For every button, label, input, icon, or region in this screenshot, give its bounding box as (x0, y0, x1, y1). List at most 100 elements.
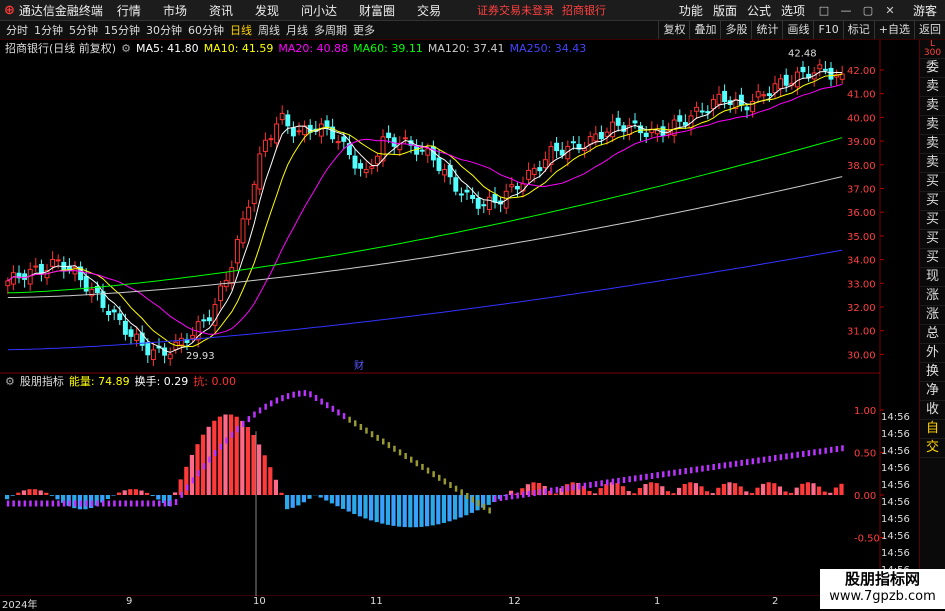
period-timeshare[interactable]: 分时 (6, 22, 28, 38)
indicator-dot (102, 501, 105, 507)
period-60min[interactable]: 60分钟 (188, 22, 224, 38)
tool-back[interactable]: 返回 (914, 21, 945, 39)
candle-body (465, 190, 469, 192)
tool-overlay[interactable]: 叠加 (689, 21, 720, 39)
indicator-bar (811, 483, 815, 495)
side-item[interactable]: 现价 (920, 268, 945, 287)
side-item[interactable]: 外盘 (920, 344, 945, 363)
candle-body (269, 139, 273, 140)
period-week[interactable]: 周线 (258, 22, 280, 38)
menu-layout[interactable]: 版面 (713, 2, 737, 19)
side-item[interactable]: 换手 (920, 363, 945, 382)
candle-body (168, 354, 172, 359)
indicator-dot (315, 395, 318, 401)
login-notice[interactable]: 证券交易未登录 (477, 2, 554, 18)
side-item[interactable]: 买五 (920, 249, 945, 268)
indicator-bar (408, 495, 412, 527)
indicator-dot (348, 417, 351, 423)
tool-stats[interactable]: 统计 (751, 21, 782, 39)
menu-wealth[interactable]: 财富圈 (359, 2, 395, 19)
side-item[interactable]: 涨跌 (920, 287, 945, 306)
tool-f10[interactable]: F10 (813, 21, 842, 39)
period-1min[interactable]: 1分钟 (34, 22, 63, 38)
side-item[interactable]: 卖三 (920, 116, 945, 135)
restore-icon[interactable]: □ (815, 2, 833, 18)
app-logo-icon: ⊕ (4, 3, 15, 18)
period-more[interactable]: 更多 (353, 22, 375, 38)
menu-discover[interactable]: 发现 (255, 2, 279, 19)
close-icon[interactable]: ✕ (881, 2, 899, 18)
indicator-bar (643, 484, 647, 495)
side-item[interactable]: 交易 (920, 439, 945, 458)
indicator-bar (705, 491, 709, 495)
indicator-bar (397, 495, 401, 527)
menu-trade[interactable]: 交易 (417, 2, 441, 19)
period-multi[interactable]: 多周期 (314, 22, 347, 38)
period-15min[interactable]: 15分钟 (104, 22, 140, 38)
period-day[interactable]: 日线 (230, 22, 252, 38)
indicator-name[interactable]: 股朋指标 (20, 373, 64, 389)
indicator-bar (677, 488, 681, 495)
indicator-dot (208, 457, 211, 463)
maximize-icon[interactable]: ▢ (859, 2, 877, 18)
period-30min[interactable]: 30分钟 (146, 22, 182, 38)
side-item[interactable]: 买一 (920, 173, 945, 192)
ma5-value: MA5: 41.80 (136, 42, 199, 55)
side-item[interactable]: 买四 (920, 230, 945, 249)
menu-ask[interactable]: 问小达 (301, 2, 337, 19)
indicator-bar (683, 484, 687, 495)
kline-chart[interactable]: 42.0041.0040.0039.0038.0037.0036.0035.00… (0, 40, 920, 596)
side-item[interactable]: 净资 (920, 382, 945, 401)
tool-multi[interactable]: 多股 (720, 21, 751, 39)
menu-news[interactable]: 资讯 (209, 2, 233, 19)
indicator-bar (16, 493, 20, 495)
price-label: 42.00 (847, 66, 876, 77)
tool-mark[interactable]: 标记 (843, 21, 874, 39)
indicator-bar (229, 415, 233, 495)
period-month[interactable]: 月线 (286, 22, 308, 38)
menu-market[interactable]: 市场 (163, 2, 187, 19)
menu-options[interactable]: 选项 (781, 2, 805, 19)
side-item[interactable]: 卖五 (920, 78, 945, 97)
indicator-bar (218, 417, 222, 495)
indicator-dot (729, 462, 732, 468)
ind-label: 0.50 (854, 449, 876, 460)
indicator-dot (85, 501, 88, 507)
indicator-bar (27, 489, 31, 495)
side-item[interactable]: 买二 (920, 192, 945, 211)
side-item[interactable]: 自动 (920, 420, 945, 439)
side-item[interactable]: 涨幅 (920, 306, 945, 325)
candle-body (56, 260, 60, 261)
tool-adjust[interactable]: 复权 (658, 21, 689, 39)
finance-marker: 财 (354, 359, 364, 372)
indicator-bar (453, 495, 457, 520)
menu-function[interactable]: 功能 (679, 2, 703, 19)
menu-right: 功能 版面 公式 选项 □ — ▢ ✕ 游客 (679, 0, 945, 20)
side-item[interactable]: 收益 (920, 401, 945, 420)
side-item[interactable]: 总量 (920, 325, 945, 344)
side-item[interactable]: 卖一 (920, 154, 945, 173)
side-item[interactable]: 卖二 (920, 135, 945, 154)
settings-icon[interactable]: ⚙ (121, 42, 131, 55)
price-label: 37.00 (847, 185, 876, 196)
user-label[interactable]: 游客 (913, 2, 937, 19)
indicator-dot (63, 501, 66, 507)
time-label: 9 (126, 596, 132, 607)
side-item[interactable]: 买三 (920, 211, 945, 230)
menu-formula[interactable]: 公式 (747, 2, 771, 19)
stock-name-notice[interactable]: 招商银行 (562, 2, 606, 18)
indicator-dot (220, 444, 223, 450)
side-item[interactable]: 卖四 (920, 97, 945, 116)
settings-icon[interactable]: ⚙ (5, 375, 15, 388)
indicator-bar (727, 482, 731, 495)
side-item[interactable]: 委比 (920, 59, 945, 78)
period-5min[interactable]: 5分钟 (69, 22, 98, 38)
candle-body (599, 132, 603, 138)
indicator-dot (416, 460, 419, 466)
candle-body (594, 134, 598, 141)
minimize-icon[interactable]: — (837, 2, 855, 18)
indicator-dot (740, 460, 743, 466)
tool-draw[interactable]: 画线 (782, 21, 813, 39)
menu-market-quotes[interactable]: 行情 (117, 2, 141, 19)
tool-add-watchlist[interactable]: +自选 (874, 21, 914, 39)
